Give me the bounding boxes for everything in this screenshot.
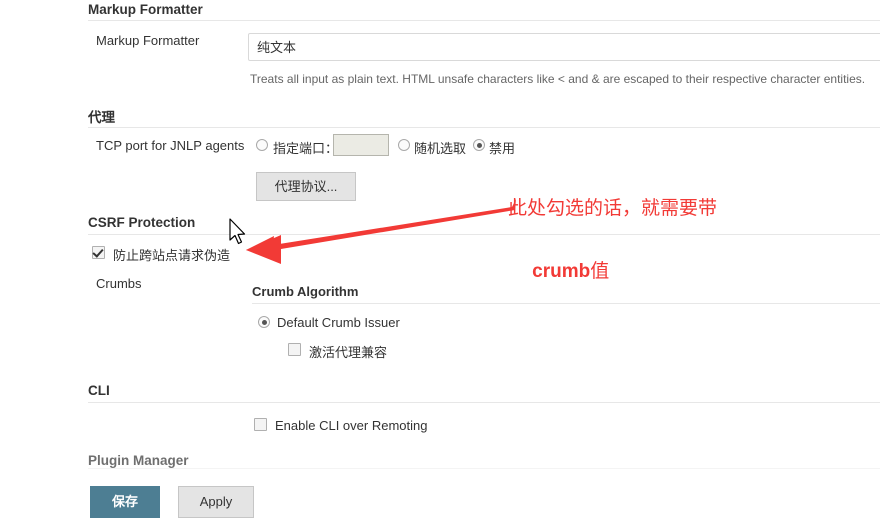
section-divider-markup-formatter	[88, 20, 880, 21]
section-heading-markup-formatter: Markup Formatter	[88, 2, 203, 17]
label-tcp-port-jnlp: TCP port for JNLP agents	[96, 138, 245, 153]
section-divider-cli	[88, 402, 880, 403]
section-heading-plugin-manager: Plugin Manager	[88, 453, 189, 468]
annotation-line-1: 此处勾选的话，就需要带	[508, 197, 718, 219]
section-divider-plugin-manager	[88, 468, 880, 469]
annotation-line-2-cjk: 值	[590, 260, 610, 282]
apply-button[interactable]: Apply	[178, 486, 254, 518]
section-heading-proxy: 代理	[88, 110, 115, 125]
checkbox-label-prevent-csrf: 防止跨站点请求伪造	[113, 248, 231, 263]
agent-protocols-button[interactable]: 代理协议...	[256, 172, 356, 201]
markup-formatter-select[interactable]: 纯文本	[248, 33, 880, 61]
section-divider-proxy	[88, 127, 880, 128]
checkbox-prevent-csrf[interactable]	[92, 246, 105, 259]
checkbox-enable-cli-over-remoting[interactable]	[254, 418, 267, 431]
section-heading-cli: CLI	[88, 383, 110, 398]
radio-label-fixed-port: 指定端口：	[273, 141, 339, 156]
tcp-port-input[interactable]	[333, 134, 389, 156]
section-heading-csrf: CSRF Protection	[88, 215, 196, 230]
radio-disable-port[interactable]	[473, 139, 485, 151]
radio-default-crumb-issuer[interactable]	[258, 316, 270, 328]
annotation-line-2-latin: crumb	[532, 261, 591, 282]
radio-label-random-port: 随机选取	[414, 141, 467, 156]
markup-formatter-description: Treats all input as plain text. HTML uns…	[250, 72, 866, 86]
radio-random-port[interactable]	[398, 139, 410, 151]
mouse-cursor-icon	[229, 218, 246, 245]
checkbox-label-enable-cli-over-remoting: Enable CLI over Remoting	[275, 418, 428, 433]
subsection-heading-crumb-algorithm: Crumb Algorithm	[252, 284, 359, 299]
radio-label-default-crumb-issuer: Default Crumb Issuer	[277, 315, 400, 330]
section-divider-csrf	[88, 234, 880, 235]
checkbox-label-enable-proxy-compatibility: 激活代理兼容	[309, 345, 388, 360]
configure-system-page: Markup Formatter Markup Formatter 纯文本 Tr…	[0, 0, 880, 519]
save-button[interactable]: 保存	[90, 486, 160, 518]
radio-label-disable-port: 禁用	[489, 141, 516, 156]
label-markup-formatter: Markup Formatter	[96, 33, 200, 48]
checkbox-enable-proxy-compatibility[interactable]	[288, 343, 301, 356]
label-crumbs: Crumbs	[96, 276, 142, 291]
radio-fixed-port[interactable]	[256, 139, 268, 151]
